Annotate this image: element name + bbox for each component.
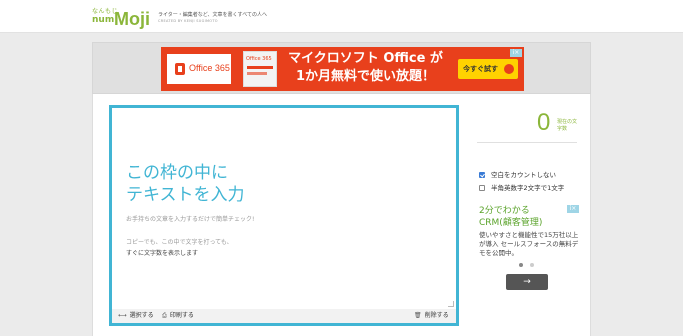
character-count: 0 — [537, 109, 551, 136]
side-ad[interactable]: 2分でわかる CRM(顧客管理) 使いやすさと機能性で15万社以上が導入 セール… — [477, 205, 581, 271]
site-credit: CREATED BY KENJI SUGIMOTO — [158, 19, 218, 23]
main-panel: この枠の中に テキストを入力 お手持ちの文章を入力するだけで簡単チェック! コピ… — [92, 94, 591, 336]
select-label: 選択する — [129, 312, 154, 319]
carousel-dot[interactable] — [530, 263, 534, 267]
editor-note-line1: コピーでも、この中で文字を打っても、 — [126, 239, 233, 246]
print-button[interactable]: ⎙ 印刷する — [162, 312, 194, 320]
option-ignore-spaces[interactable]: 空白をカウントしない — [479, 171, 556, 180]
office-package-image: Office 365 — [243, 51, 277, 87]
arrows-horizontal-icon: ⟷ — [118, 312, 127, 319]
resize-handle[interactable] — [448, 301, 454, 307]
side-ad-title-line2: CRM(顧客管理) — [479, 218, 543, 228]
checkbox-ignore-spaces[interactable] — [479, 172, 485, 178]
ad-cta-label: 今すぐ試す — [463, 65, 498, 73]
ad-headline-line1: マイクロソフト Office が — [288, 51, 443, 66]
arrow-right-icon — [504, 64, 514, 74]
checkbox-halfwidth[interactable] — [479, 185, 485, 191]
side-ad-body: 使いやすさと機能性で15万社以上が導入 セールスフォースの無料デモを公開中。 — [479, 231, 579, 257]
carousel-next-button[interactable]: → — [506, 274, 548, 290]
office-ad-banner[interactable]: Office 365 Office 365 マイクロソフト Office が 1… — [161, 47, 524, 91]
office-brand-text: Office 365 — [189, 63, 230, 73]
package-stripe — [247, 66, 273, 69]
divider — [477, 142, 577, 143]
top-ad-area: Office 365 Office 365 マイクロソフト Office が 1… — [92, 42, 591, 94]
text-input-area[interactable]: この枠の中に テキストを入力 お手持ちの文章を入力するだけで簡単チェック! コピ… — [109, 105, 459, 326]
site-tagline: ライター・編集者など、文章を書くすべての人へ — [158, 12, 268, 18]
package-label: Office 365 — [246, 56, 272, 62]
printer-icon: ⎙ — [162, 312, 167, 319]
ad-headline: マイクロソフト Office が 1か月無料で使い放題！ — [283, 50, 448, 86]
delete-button[interactable]: 🗑 削除する — [414, 312, 449, 320]
adchoices-icon[interactable]: i× — [510, 49, 522, 57]
office-brand-box: Office 365 — [167, 54, 231, 84]
editor-heading-line1: この枠の中に — [126, 163, 228, 183]
logo-moji: Moji — [114, 9, 150, 29]
editor-subtitle: お手持ちの文章を入力するだけで簡単チェック! — [126, 216, 255, 223]
ad-headline-line2: 1か月無料で使い放題！ — [295, 69, 436, 84]
select-all-button[interactable]: ⟷ 選択する — [118, 312, 154, 320]
office-logo-icon — [175, 63, 185, 75]
ad-cta-button[interactable]: 今すぐ試す — [458, 59, 518, 79]
editor-note-line2: すぐに文字数を表示します — [126, 250, 199, 257]
carousel-dot-active[interactable] — [519, 263, 523, 267]
editor-heading-line2: テキストを入力 — [126, 185, 245, 205]
package-stripe — [247, 72, 267, 75]
option-label: 半角英数字2文字で1文字 — [491, 184, 565, 192]
character-count-label: 現在の文字数 — [557, 119, 578, 132]
option-halfwidth[interactable]: 半角英数字2文字で1文字 — [479, 184, 564, 193]
side-ad-title-line1: 2分でわかる — [479, 206, 530, 216]
logo-num: num — [92, 15, 115, 25]
arrow-right-icon: → — [523, 277, 531, 287]
site-header: なんもじ num Moji ライター・編集者など、文章を書くすべての人へ CRE… — [0, 0, 683, 33]
adchoices-icon[interactable]: i× — [567, 205, 579, 213]
option-label: 空白をカウントしない — [491, 171, 556, 179]
print-label: 印刷する — [169, 312, 194, 319]
delete-label: 削除する — [424, 312, 449, 319]
editor-toolbar: ⟷ 選択する ⎙ 印刷する 🗑 削除する — [112, 309, 456, 323]
trash-icon: 🗑 — [414, 312, 422, 319]
